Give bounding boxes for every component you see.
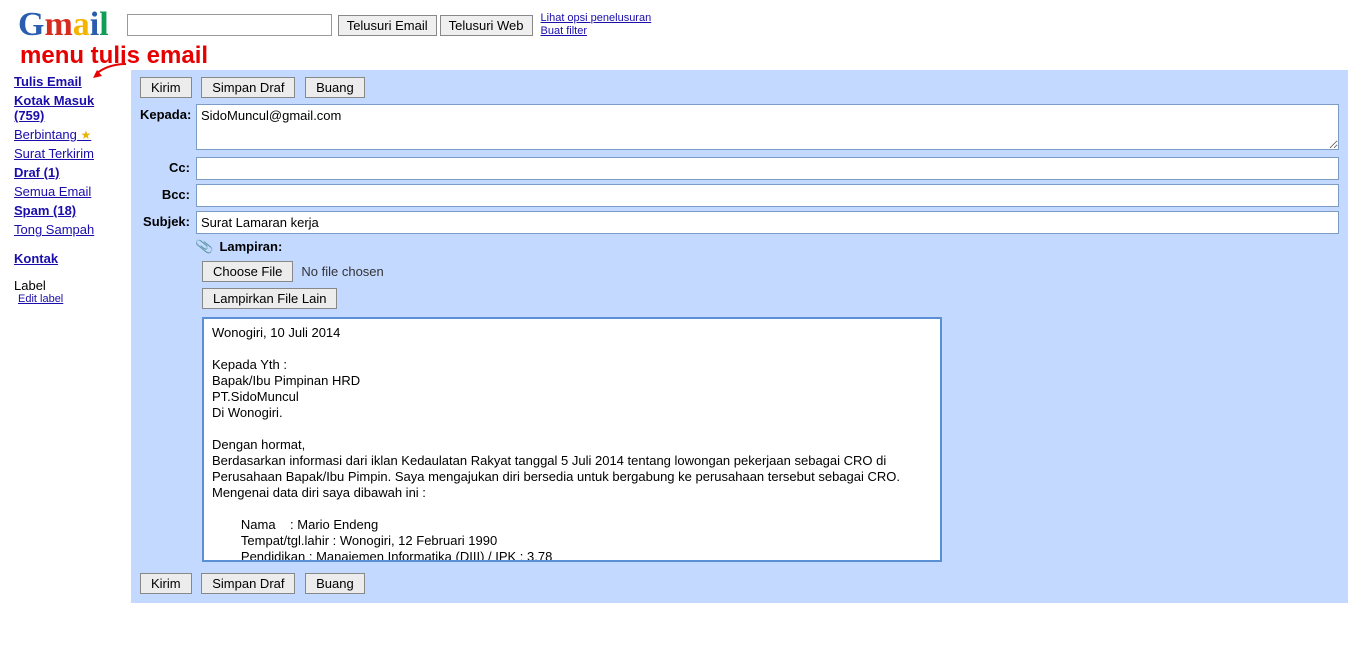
- search-input[interactable]: [127, 14, 332, 36]
- subject-field[interactable]: [196, 211, 1339, 234]
- sidebar-label-heading: Label: [14, 278, 127, 293]
- sidebar-sent[interactable]: Surat Terkirim: [14, 146, 127, 161]
- save-draft-button-bottom[interactable]: Simpan Draf: [201, 573, 295, 594]
- subject-label: Subjek:: [140, 211, 196, 229]
- paperclip-icon: 📎: [195, 237, 215, 257]
- header-bar: Gmail Telusuri Email Telusuri Web Lihat …: [0, 0, 1366, 46]
- create-filter-link[interactable]: Buat filter: [541, 25, 652, 38]
- save-draft-button-top[interactable]: Simpan Draf: [201, 77, 295, 98]
- bcc-label: Bcc:: [140, 184, 196, 202]
- email-body-editor[interactable]: [202, 317, 942, 562]
- sidebar-spam[interactable]: Spam (18): [14, 203, 127, 218]
- send-button-bottom[interactable]: Kirim: [140, 573, 192, 594]
- compose-panel: Kirim Simpan Draf Buang Kepada: Cc: Bcc:…: [131, 70, 1348, 603]
- sidebar-contacts[interactable]: Kontak: [14, 251, 127, 266]
- star-icon: ★: [81, 128, 92, 142]
- attach-more-button[interactable]: Lampirkan File Lain: [202, 288, 337, 309]
- sidebar-trash[interactable]: Tong Sampah: [14, 222, 127, 237]
- sidebar-inbox[interactable]: Kotak Masuk (759): [14, 93, 127, 123]
- no-file-text: No file chosen: [301, 264, 383, 279]
- to-field[interactable]: [196, 104, 1339, 150]
- discard-button-top[interactable]: Buang: [305, 77, 365, 98]
- sidebar-allmail[interactable]: Semua Email: [14, 184, 127, 199]
- header-links: Lihat opsi penelusuran Buat filter: [541, 12, 652, 38]
- annotation-text: menu tulis email: [0, 42, 1366, 70]
- choose-file-button[interactable]: Choose File: [202, 261, 293, 282]
- sidebar-edit-label[interactable]: Edit label: [18, 293, 127, 305]
- top-toolbar: Kirim Simpan Draf Buang: [140, 77, 1339, 98]
- search-web-button[interactable]: Telusuri Web: [440, 15, 533, 36]
- cc-field[interactable]: [196, 157, 1339, 180]
- cc-label: Cc:: [140, 157, 196, 175]
- search-email-button[interactable]: Telusuri Email: [338, 15, 437, 36]
- to-label: Kepada:: [140, 104, 196, 122]
- sidebar-drafts[interactable]: Draf (1): [14, 165, 127, 180]
- bottom-toolbar: Kirim Simpan Draf Buang: [140, 573, 1339, 594]
- send-button-top[interactable]: Kirim: [140, 77, 192, 98]
- search-options-link[interactable]: Lihat opsi penelusuran: [541, 12, 652, 25]
- annotation-arrow-icon: [92, 62, 126, 80]
- gmail-logo: Gmail: [18, 6, 109, 44]
- sidebar: Tulis Email Kotak Masuk (759) Berbintang…: [0, 70, 131, 313]
- attach-label: Lampiran:: [219, 239, 282, 254]
- discard-button-bottom[interactable]: Buang: [305, 573, 365, 594]
- sidebar-starred[interactable]: Berbintang ★: [14, 127, 127, 142]
- bcc-field[interactable]: [196, 184, 1339, 207]
